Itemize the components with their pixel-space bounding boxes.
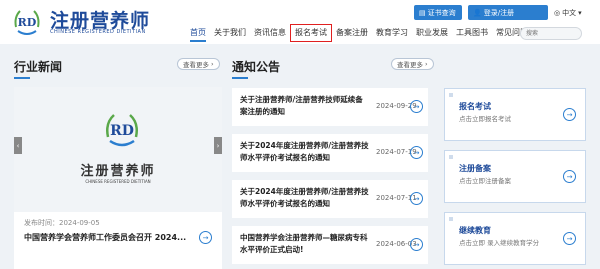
nav-item[interactable]: 备案注册 [332,24,372,42]
carousel-prev-button[interactable]: ‹ [14,137,22,154]
site-header: RD 注册营养师 CHINESE REGISTERED DIETITIAN ▤ … [0,0,600,44]
cert-query-button[interactable]: ▤ 证书查询 [414,5,462,20]
notice-title: 关于2024年度注册营养师/注册营养技师水平评价考试报名的通知 [240,187,369,208]
quick-link-registration[interactable]: 注册备案 点击立即注册备案 → [444,150,586,203]
chevron-right-icon: › [425,60,428,68]
quick-link-subtitle: 点击立即注册备案 [459,177,511,185]
login-label: 登录/注册 [483,8,515,17]
arrow-right-icon[interactable]: → [410,238,423,251]
nav-item[interactable]: 职业发展 [412,24,452,42]
language-label: 中文 [562,8,577,17]
login-register-button[interactable]: 👤 登录/注册 [468,5,548,20]
notice-item[interactable]: 中国营养学会注册营养师—糖尿病专科水平评价正式启动! 2024-06-03 → [232,226,428,264]
quick-link-education[interactable]: 继续教育 点击立即 录入继续教育学分 → [444,212,586,265]
notice-title: 关于2024年度注册营养师/注册营养技师水平评价考试报名的通知 [240,141,369,162]
news-image-subtitle: CHINESE REGISTERED DIETITIAN [85,179,151,184]
brand-subtitle: CHINESE REGISTERED DIETITIAN [50,29,146,35]
news-image-title: 注册营养师 [80,164,156,179]
notice-item[interactable]: 关于2024年度注册营养师/注册营养技师水平评价考试报名的通知 2024-07-… [232,134,428,172]
chevron-right-icon: › [211,60,214,68]
news-image[interactable]: RD 注册营养师 CHINESE REGISTERED DIETITIAN [14,87,222,212]
chevron-down-icon: ▾ [578,8,582,17]
quick-link-exam[interactable]: 报名考试 点击立即报名考试 → [444,88,586,141]
industry-news-title: 行业新闻 [14,60,63,79]
arrow-right-icon[interactable]: → [410,192,423,205]
notices-title: 通知公告 [232,60,281,79]
cert-query-label: 证书查询 [427,8,456,17]
nav-item[interactable]: 教育学习 [372,24,412,42]
quick-link-subtitle: 点击立即 录入继续教育学分 [459,239,540,247]
corner-icon [449,155,453,159]
corner-icon [449,93,453,97]
arrow-right-icon[interactable]: → [410,100,423,113]
rd-logo-icon[interactable]: RD [10,5,44,39]
quick-link-title: 继续教育 [459,226,491,235]
arrow-right-icon[interactable]: → [563,108,576,121]
notice-title: 中国营养学会注册营养师—糖尿病专科水平评价正式启动! [240,233,368,254]
notice-item[interactable]: 关于2024年度注册营养师/注册营养技师水平评价考试报名的通知 2024-07-… [232,180,428,218]
news-date: 发布时间：2024-09-05 [24,219,100,227]
arrow-right-icon[interactable]: → [410,146,423,159]
carousel-next-button[interactable]: › [214,137,222,154]
more-label: 查看更多 [397,61,423,69]
more-label: 查看更多 [183,61,209,69]
nav-item[interactable]: 关于我们 [210,24,250,42]
quick-link-title: 注册备案 [459,164,491,173]
nav-item[interactable]: 首页 [186,24,210,42]
corner-icon [449,217,453,221]
nav-item[interactable]: 工具图书 [452,24,492,42]
news-headline[interactable]: 中国营养学会营养师工作委员会召开 2024... [24,232,186,243]
nav-item[interactable]: 资讯信息 [250,24,290,42]
industry-news-more-button[interactable]: 查看更多 › [177,58,220,70]
quick-link-title: 报名考试 [459,102,491,111]
search-input[interactable] [520,27,582,40]
arrow-right-icon[interactable]: → [563,232,576,245]
arrow-right-icon[interactable]: → [563,170,576,183]
notices-more-button[interactable]: 查看更多 › [391,58,434,70]
notice-item[interactable]: 关于注册营养师/注册营养技师延续备案注册的通知 2024-09-29 → [232,88,428,126]
certificate-icon: ▤ [419,8,426,17]
language-selector[interactable]: ◎ 中文 ▾ [554,5,582,20]
logo-text: RD [18,16,37,29]
rd-logo-icon: RD [106,114,138,147]
nav-item[interactable]: 报名考试 [290,24,332,42]
quick-link-subtitle: 点击立即报名考试 [459,115,511,123]
arrow-right-icon[interactable]: → [199,231,212,244]
logo-text: RD [110,123,134,139]
globe-icon: ◎ [554,8,561,17]
user-icon: 👤 [473,8,482,17]
main-nav: 首页 关于我们 资讯信息 报名考试 备案注册 教育学习 职业发展 工具图书 常见问题 [186,24,532,42]
notice-title: 关于注册营养师/注册营养技师延续备案注册的通知 [240,95,363,116]
